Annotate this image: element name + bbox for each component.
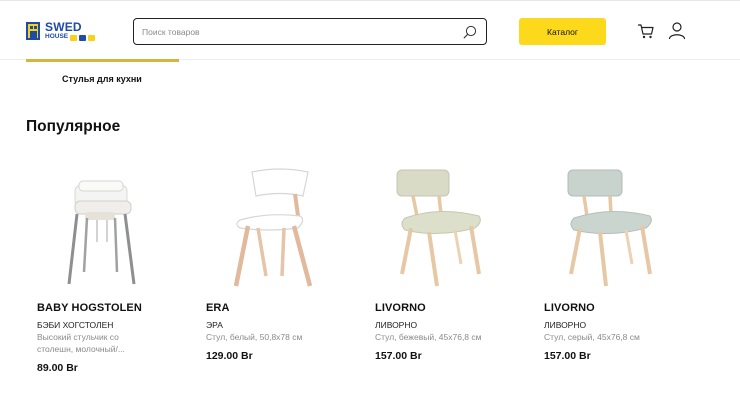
product-name[interactable]: BABY HOGSTOLEN (37, 302, 142, 314)
product-name[interactable]: ERA (206, 302, 230, 314)
product-image[interactable] (206, 158, 356, 296)
category-subnav: Стулья для кухни (0, 59, 740, 91)
product-description: Стул, серый, 45x76,8 см (544, 332, 640, 342)
product-card[interactable]: LIVORNO ЛИВОРНО Стул, серый, 45x76,8 см … (544, 158, 694, 388)
section-title: Популярное (26, 118, 121, 135)
product-subtitle: БЭБИ ХОГСТОЛЕН (37, 320, 114, 330)
logo-decor (70, 34, 78, 41)
product-price: 157.00 Br (375, 350, 422, 362)
product-grid: BABY HOGSTOLEN БЭБИ ХОГСТОЛЕН Высокий ст… (37, 158, 717, 388)
user-icon[interactable] (668, 21, 686, 40)
search-input[interactable] (134, 19, 460, 44)
product-price: 157.00 Br (544, 350, 591, 362)
logo-mark-icon (26, 22, 40, 40)
product-card[interactable]: ERA ЭРА Стул, белый, 50,8x78 см 129.00 B… (206, 158, 356, 388)
product-name[interactable]: LIVORNO (544, 302, 595, 314)
tab-kitchen-chairs[interactable]: Стулья для кухни (26, 59, 179, 89)
search-bar (133, 18, 487, 45)
cart-icon[interactable] (637, 22, 655, 40)
tab-label: Стулья для кухни (62, 74, 142, 84)
logo-wordmark: SWED (45, 20, 82, 35)
product-description: Стул, белый, 50,8x78 см (206, 332, 303, 342)
site-header: SWED HOUSE Каталог (0, 1, 740, 59)
product-price: 89.00 Br (37, 362, 78, 374)
product-subtitle: ЛИВОРНО (544, 320, 587, 330)
catalog-button[interactable]: Каталог (519, 18, 606, 45)
product-image[interactable] (37, 158, 187, 296)
product-card[interactable]: BABY HOGSTOLEN БЭБИ ХОГСТОЛЕН Высокий ст… (37, 158, 187, 388)
logo-decor (79, 34, 87, 41)
site-logo[interactable]: SWED HOUSE (26, 19, 102, 43)
product-image[interactable] (544, 158, 694, 296)
product-description: Высокий стульчик со столешн, молочный/..… (37, 332, 125, 354)
product-subtitle: ЭРА (206, 320, 223, 330)
product-image[interactable] (375, 158, 525, 296)
logo-decor (88, 34, 96, 41)
product-subtitle: ЛИВОРНО (375, 320, 418, 330)
product-card[interactable]: LIVORNO ЛИВОРНО Стул, бежевый, 45x76,8 с… (375, 158, 525, 388)
search-icon[interactable] (460, 22, 480, 42)
product-name[interactable]: LIVORNO (375, 302, 426, 314)
logo-subword: HOUSE (45, 33, 69, 41)
product-description: Стул, бежевый, 45x76,8 см (375, 332, 482, 342)
product-price: 129.00 Br (206, 350, 253, 362)
